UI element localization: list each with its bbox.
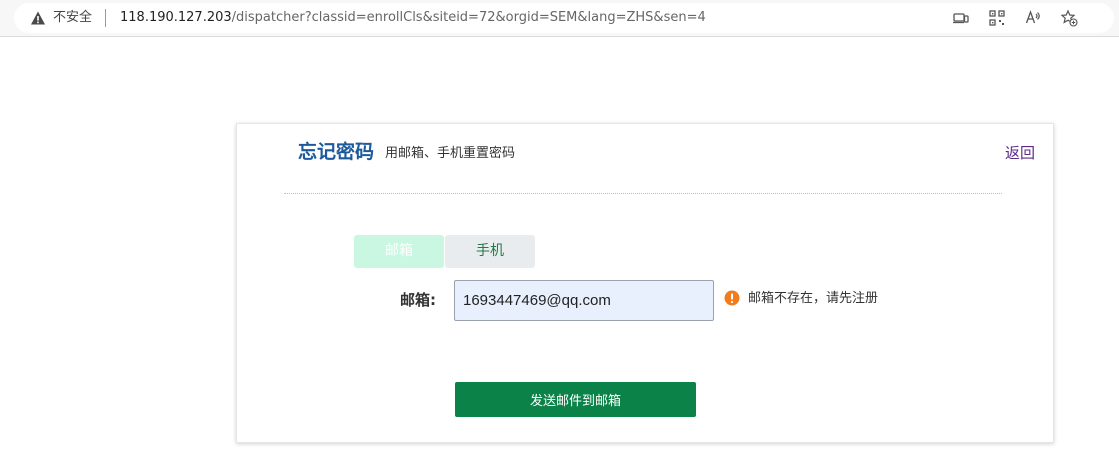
url-host: 118.190.127.203 — [120, 10, 232, 25]
address-separator — [105, 9, 106, 27]
tab-email[interactable]: 邮箱 — [354, 235, 444, 268]
error-exclamation-icon — [724, 290, 740, 306]
email-field[interactable] — [454, 280, 714, 321]
url-path: /dispatcher?classid=enrollCls&siteid=72&… — [231, 10, 706, 25]
qr-code-icon[interactable] — [988, 9, 1006, 27]
error-message: 邮箱不存在，请先注册 — [748, 291, 879, 306]
url-text[interactable]: 118.190.127.203/dispatcher?classid=enrol… — [120, 10, 706, 26]
security-label[interactable]: 不安全 — [53, 10, 92, 26]
page-subtitle: 用邮箱、手机重置密码 — [385, 146, 516, 161]
page-title: 忘记密码 — [298, 141, 375, 163]
header-divider — [284, 193, 1002, 194]
warning-triangle-icon[interactable] — [30, 10, 46, 26]
device-icon[interactable] — [952, 9, 970, 27]
tab-phone[interactable]: 手机 — [445, 235, 535, 268]
favorites-star-icon[interactable] — [1060, 9, 1078, 27]
email-label: 邮箱: — [400, 291, 436, 309]
read-aloud-icon[interactable] — [1024, 9, 1042, 27]
browser-address-bar: 不安全 118.190.127.203/dispatcher?classid=e… — [0, 0, 1119, 37]
back-link[interactable]: 返回 — [1005, 143, 1035, 163]
send-email-button[interactable]: 发送邮件到邮箱 — [455, 382, 696, 417]
